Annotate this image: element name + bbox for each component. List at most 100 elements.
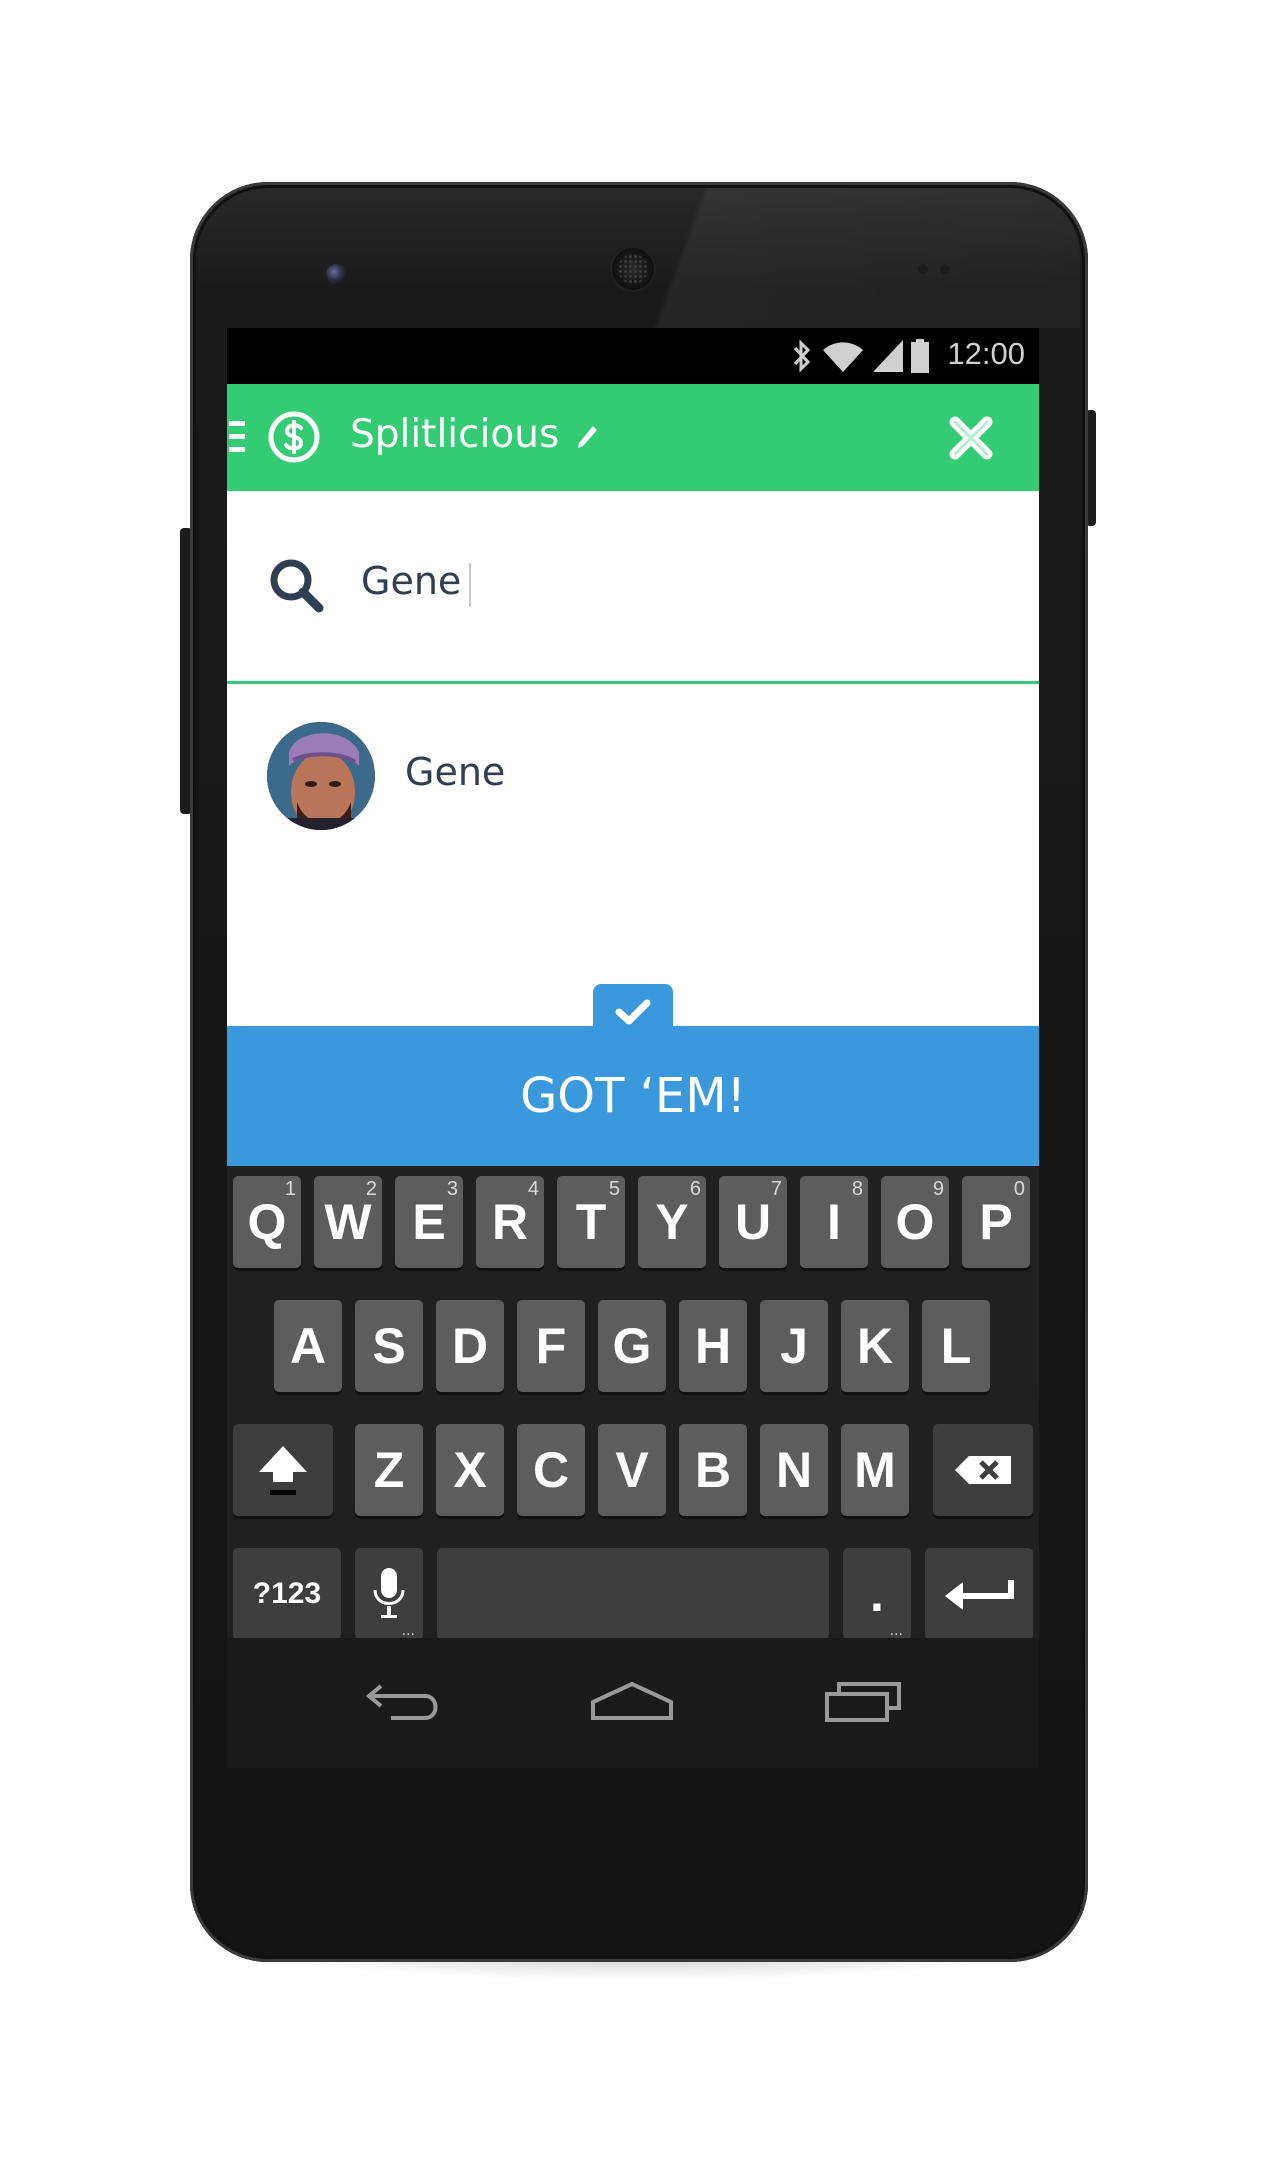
period-key[interactable]: . ... xyxy=(843,1548,911,1640)
key-m[interactable]: M xyxy=(841,1424,909,1516)
key-label: V xyxy=(615,1442,649,1498)
key-j[interactable]: J xyxy=(760,1300,828,1392)
backspace-key[interactable] xyxy=(933,1424,1033,1516)
key-u[interactable]: U7 xyxy=(719,1176,787,1268)
key-label: L xyxy=(940,1318,972,1374)
search-input[interactable]: Gene xyxy=(361,559,461,603)
key-g[interactable]: G xyxy=(598,1300,666,1392)
key-t[interactable]: T5 xyxy=(557,1176,625,1268)
recents-icon[interactable] xyxy=(819,1672,909,1732)
nav-bar xyxy=(227,1638,1039,1768)
key-label: Q xyxy=(247,1194,287,1250)
search-icon xyxy=(270,559,324,613)
key-l[interactable]: L xyxy=(922,1300,990,1392)
key-label: P xyxy=(979,1194,1013,1250)
shift-key[interactable] xyxy=(233,1424,333,1516)
bluetooth-icon xyxy=(793,339,811,373)
key-hint: 1 xyxy=(284,1178,296,1200)
key-label: N xyxy=(775,1442,813,1498)
home-icon[interactable] xyxy=(587,1672,677,1732)
avatar xyxy=(267,722,375,830)
menu-icon[interactable] xyxy=(229,417,245,457)
key-hint: 0 xyxy=(1013,1178,1025,1200)
key-label: E xyxy=(412,1194,446,1250)
key-label: Y xyxy=(655,1194,689,1250)
key-label: A xyxy=(289,1318,327,1374)
space-key[interactable] xyxy=(437,1548,829,1640)
key-k[interactable]: K xyxy=(841,1300,909,1392)
symbols-key[interactable]: ?123 xyxy=(233,1548,341,1640)
voice-key[interactable]: ... xyxy=(355,1548,423,1640)
close-icon[interactable] xyxy=(947,414,995,462)
key-label: F xyxy=(535,1318,567,1374)
key-label: ?123 xyxy=(252,1577,322,1610)
key-label: C xyxy=(532,1442,570,1498)
key-c[interactable]: C xyxy=(517,1424,585,1516)
search-bar: Gene xyxy=(227,491,1039,684)
key-z[interactable]: Z xyxy=(355,1424,423,1516)
confirm-label: GOT ‘EM! xyxy=(520,1068,746,1124)
phone-gloss xyxy=(520,188,1080,328)
soft-keyboard: Q1 W2 E3 R4 T5 Y6 U7 I8 O9 P0 A S D F G … xyxy=(227,1166,1039,1640)
proximity-sensor xyxy=(918,264,928,274)
dollar-logo-icon xyxy=(268,411,320,463)
key-label: R xyxy=(491,1194,529,1250)
shift-icon xyxy=(259,1446,307,1495)
key-i[interactable]: I8 xyxy=(800,1176,868,1268)
speaker-holes xyxy=(618,254,648,284)
microphone-icon xyxy=(373,1568,405,1618)
back-icon[interactable] xyxy=(361,1672,451,1732)
app-bar: Splitlicious xyxy=(227,384,1039,491)
key-label: B xyxy=(694,1442,732,1498)
key-hint: 5 xyxy=(608,1178,620,1200)
front-camera xyxy=(326,264,346,284)
key-o[interactable]: O9 xyxy=(881,1176,949,1268)
key-hint: 8 xyxy=(851,1178,863,1200)
text-cursor xyxy=(469,563,471,607)
key-y[interactable]: Y6 xyxy=(638,1176,706,1268)
enter-key[interactable] xyxy=(925,1548,1033,1640)
key-w[interactable]: W2 xyxy=(314,1176,382,1268)
key-r[interactable]: R4 xyxy=(476,1176,544,1268)
status-icons xyxy=(791,338,929,374)
key-label: X xyxy=(453,1442,487,1498)
key-label: S xyxy=(372,1318,406,1374)
key-hint: 6 xyxy=(689,1178,701,1200)
key-a[interactable]: A xyxy=(274,1300,342,1392)
key-q[interactable]: Q1 xyxy=(233,1176,301,1268)
signal-icon xyxy=(873,340,903,372)
key-n[interactable]: N xyxy=(760,1424,828,1516)
key-label: K xyxy=(856,1318,894,1374)
key-x[interactable]: X xyxy=(436,1424,504,1516)
key-hint: 7 xyxy=(770,1178,782,1200)
edit-pencil-icon[interactable] xyxy=(575,422,599,452)
backspace-icon xyxy=(955,1456,1011,1484)
key-label: Z xyxy=(373,1442,405,1498)
app-title[interactable]: Splitlicious xyxy=(350,412,559,457)
confirm-button[interactable]: GOT ‘EM! xyxy=(227,1026,1039,1166)
key-h[interactable]: H xyxy=(679,1300,747,1392)
avatar-portrait xyxy=(267,722,375,830)
screen: 12:00 Splitlicious Gene Gene GOT ‘EM! Q … xyxy=(227,328,1039,1768)
key-b[interactable]: B xyxy=(679,1424,747,1516)
key-hint: 3 xyxy=(446,1178,458,1200)
key-f[interactable]: F xyxy=(517,1300,585,1392)
key-e[interactable]: E3 xyxy=(395,1176,463,1268)
key-label: G xyxy=(612,1318,652,1374)
key-label: D xyxy=(451,1318,489,1374)
light-sensor xyxy=(940,264,950,274)
key-label: I xyxy=(827,1194,841,1250)
key-d[interactable]: D xyxy=(436,1300,504,1392)
key-p[interactable]: P0 xyxy=(962,1176,1030,1268)
contact-name: Gene xyxy=(405,750,506,794)
key-label: U xyxy=(734,1194,772,1250)
key-label: T xyxy=(575,1194,607,1250)
key-label: H xyxy=(694,1318,732,1374)
key-v[interactable]: V xyxy=(598,1424,666,1516)
key-hint: 4 xyxy=(527,1178,539,1200)
key-s[interactable]: S xyxy=(355,1300,423,1392)
key-hint: 2 xyxy=(365,1178,377,1200)
key-label: O xyxy=(895,1194,935,1250)
status-time: 12:00 xyxy=(947,336,1025,371)
key-label: . xyxy=(870,1566,884,1622)
